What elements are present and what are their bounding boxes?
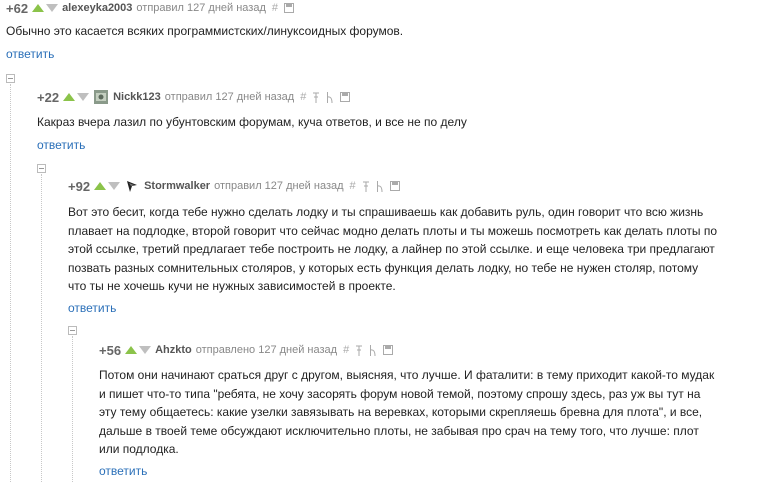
user-icon[interactable] <box>369 344 377 356</box>
pin-icon[interactable] <box>312 92 320 103</box>
avatar[interactable] <box>125 179 140 193</box>
comment-line: дальше в твоей теме обсуждают исключител… <box>99 423 699 438</box>
comment-line: этой ссылке, третий предлагает тебе пост… <box>68 242 715 256</box>
hash-icon[interactable]: # <box>300 91 306 103</box>
pin-icon[interactable] <box>362 181 370 192</box>
comment-body: Вот это бесит, когда тебе нужно сделать … <box>68 203 772 296</box>
comment-line: эту тему общаетесь: какие узелки завязыв… <box>99 405 703 419</box>
comment-timestamp[interactable]: отправил 127 дней назад <box>214 180 343 192</box>
comment-line: Потом они начинают сраться друг с другом… <box>99 368 715 382</box>
comment-username[interactable]: Nickk123 <box>113 91 161 103</box>
downvote-icon[interactable] <box>77 93 90 101</box>
user-icon[interactable] <box>326 91 334 103</box>
comment-timestamp[interactable]: отправлено 127 дней назад <box>196 344 337 356</box>
collapse-toggle[interactable] <box>6 74 15 83</box>
comment-body: Потом они начинают сраться друг с другом… <box>99 366 771 459</box>
comment-line: позвать разных сомнительных столяров, у … <box>68 260 699 275</box>
reply-link[interactable]: ответить <box>99 464 147 478</box>
comment-header: +92 Stormwalker отправил 127 дней назад … <box>68 178 400 194</box>
comment-header: +22 Nickk123 отправил 127 дней назад # <box>37 89 351 105</box>
comment-rating: +22 <box>37 89 60 105</box>
save-icon[interactable] <box>383 345 394 355</box>
comment-line: и пишет что-то типа "ребята, не хочу зас… <box>99 386 701 401</box>
upvote-icon[interactable] <box>94 182 107 190</box>
comment-line: что ты не хочешь кучи не нужных зависимо… <box>68 279 396 293</box>
save-icon[interactable] <box>389 181 400 191</box>
user-icon[interactable] <box>376 180 384 192</box>
collapse-toggle[interactable] <box>37 164 46 173</box>
comment-rating: +62 <box>6 0 29 16</box>
reply-link[interactable]: ответить <box>6 47 54 61</box>
comment-body: Обычно это касается всяких программистск… <box>6 24 404 38</box>
thread-line <box>10 84 11 482</box>
comment-username[interactable]: alexeyka2003 <box>62 2 132 14</box>
hash-icon[interactable]: # <box>272 2 278 14</box>
save-icon[interactable] <box>284 3 294 13</box>
hash-icon[interactable]: # <box>350 180 356 192</box>
comment-rating: +92 <box>68 178 91 194</box>
collapse-toggle[interactable] <box>68 326 77 335</box>
hash-icon[interactable]: # <box>343 344 349 356</box>
thread-line <box>72 336 73 482</box>
comment-header: +56 Ahzkto отправлено 127 дней назад # <box>99 342 394 358</box>
comment-line: плавает на подлодке, второй говорит что … <box>68 223 718 238</box>
pin-icon[interactable] <box>355 345 363 356</box>
thread-line <box>41 174 42 482</box>
downvote-icon[interactable] <box>139 346 152 354</box>
comment-timestamp[interactable]: отправил 127 дней назад <box>136 2 265 14</box>
comment-username[interactable]: Ahzkto <box>155 344 192 356</box>
save-icon[interactable] <box>340 92 351 102</box>
reply-link[interactable]: ответить <box>68 301 116 315</box>
comment-line: или подлодка. <box>99 442 179 456</box>
avatar[interactable] <box>94 90 109 104</box>
upvote-icon[interactable] <box>125 346 138 354</box>
comment-line: Вот это бесит, когда тебе нужно сделать … <box>68 205 704 219</box>
comment-body: Какраз вчера лазил по убунтовским форума… <box>37 115 467 129</box>
downvote-icon[interactable] <box>46 4 59 12</box>
downvote-icon[interactable] <box>108 182 121 190</box>
upvote-icon[interactable] <box>63 93 76 101</box>
comment-timestamp[interactable]: отправил 127 дней назад <box>165 91 294 103</box>
comment-rating: +56 <box>99 342 122 358</box>
upvote-icon[interactable] <box>32 4 45 12</box>
comment-header: +62 alexeyka2003 отправил 127 дней назад… <box>6 0 294 16</box>
comment-username[interactable]: Stormwalker <box>144 180 210 192</box>
reply-link[interactable]: ответить <box>37 138 85 152</box>
